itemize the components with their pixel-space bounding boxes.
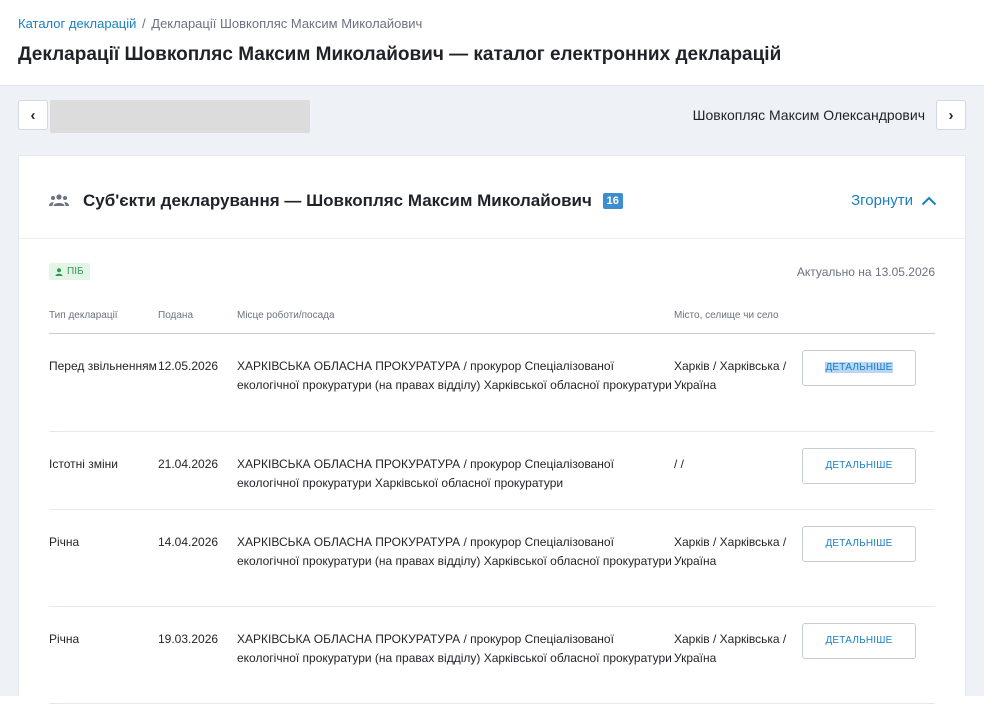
table-row: Істотні зміни 21.04.2026 ХАРКІВСЬКА ОБЛА… <box>49 432 935 510</box>
declaration-type: Перед звільненням <box>49 359 157 373</box>
next-person-name[interactable]: Шовкопляс Максим Олександрович <box>693 107 925 123</box>
table-row: Річна 19.03.2026 ХАРКІВСЬКА ОБЛАСНА ПРОК… <box>49 607 935 704</box>
details-button[interactable]: ДЕТАЛЬНІШЕ <box>802 448 916 484</box>
actual-date: Актуально на 13.05.2026 <box>796 265 935 279</box>
pib-badge-label: ПІБ <box>67 266 84 277</box>
declaration-workplace: ХАРКІВСЬКА ОБЛАСНА ПРОКУРАТУРА / прокуро… <box>237 535 672 568</box>
page-header: Каталог декларацій / Декларації Шовкопля… <box>0 0 984 86</box>
declaration-date: 19.03.2026 <box>158 632 219 646</box>
card-title-text: Суб'єкти декларування — Шовкопляс Максим… <box>83 191 592 210</box>
table-row: Перед звільненням 12.05.2026 ХАРКІВСЬКА … <box>49 334 935 432</box>
details-button-label: ДЕТАЛЬНІШЕ <box>825 460 893 471</box>
declaration-type: Річна <box>49 535 80 549</box>
breadcrumb: Каталог декларацій / Декларації Шовкопля… <box>18 16 966 31</box>
content-area: ‹ Шовкопляс Максим Олександрович › Суб'є… <box>0 86 984 704</box>
previous-person-name-placeholder <box>50 100 310 133</box>
declaration-city: Харків / Харківська / Україна <box>674 535 787 568</box>
meta-row: ПІБ Актуально на 13.05.2026 <box>49 239 935 301</box>
collapse-button[interactable]: Згорнути <box>851 192 937 209</box>
chevron-left-icon: ‹ <box>30 106 36 124</box>
details-button[interactable]: ДЕТАЛЬНІШЕ <box>802 623 916 659</box>
row-actions: ДЕТАЛЬНІШЕ <box>802 510 935 606</box>
page-title: Декларації Шовкопляс Максим Миколайович … <box>18 44 782 65</box>
declaration-city: Харків / Харківська / Україна <box>674 632 787 665</box>
breadcrumb-current: Декларації Шовкопляс Максим Миколайович <box>151 16 423 31</box>
card-body: ПІБ Актуально на 13.05.2026 Тип декларац… <box>19 239 965 704</box>
details-button[interactable]: ДЕТАЛЬНІШЕ <box>802 350 916 386</box>
chevron-up-icon <box>921 196 937 205</box>
declaration-workplace: ХАРКІВСЬКА ОБЛАСНА ПРОКУРАТУРА / прокуро… <box>237 359 672 392</box>
declaration-city: Харків / Харківська / Україна <box>674 359 787 392</box>
collapse-label: Згорнути <box>851 192 913 209</box>
table-row: Річна 14.04.2026 ХАРКІВСЬКА ОБЛАСНА ПРОК… <box>49 510 935 607</box>
declaration-city: / / <box>674 457 685 471</box>
column-header-date: Подана <box>158 309 194 321</box>
previous-person-button[interactable]: ‹ <box>18 100 48 130</box>
details-button-label: ДЕТАЛЬНІШЕ <box>825 362 893 373</box>
breadcrumb-catalog-link[interactable]: Каталог декларацій <box>18 16 136 31</box>
row-actions: ДЕТАЛЬНІШЕ <box>802 334 935 431</box>
declaration-date: 14.04.2026 <box>158 535 219 549</box>
column-header-city: Місто, селище чи село <box>674 309 779 321</box>
people-icon <box>49 194 69 206</box>
declaration-type: Істотні зміни <box>49 457 118 471</box>
declaration-date: 12.05.2026 <box>158 359 219 373</box>
details-button-label: ДЕТАЛЬНІШЕ <box>825 635 893 646</box>
declaration-date: 21.04.2026 <box>158 457 219 471</box>
declaration-type: Річна <box>49 632 80 646</box>
column-header-workplace: Місце роботи/посада <box>237 309 335 321</box>
card-title: Суб'єкти декларування — Шовкопляс Максим… <box>83 191 623 211</box>
person-navigation: ‹ Шовкопляс Максим Олександрович › <box>18 100 966 133</box>
row-actions: ДЕТАЛЬНІШЕ <box>802 432 935 509</box>
person-icon <box>55 267 63 276</box>
column-header-type: Тип декларації <box>49 309 118 321</box>
next-person-button[interactable]: › <box>936 100 966 130</box>
pib-badge: ПІБ <box>49 263 90 280</box>
declaration-workplace: ХАРКІВСЬКА ОБЛАСНА ПРОКУРАТУРА / прокуро… <box>237 632 672 665</box>
table-header: Тип декларації Подана Місце роботи/посад… <box>49 297 935 334</box>
row-actions: ДЕТАЛЬНІШЕ <box>802 607 935 703</box>
declarations-count-badge: 16 <box>602 193 623 209</box>
breadcrumb-separator: / <box>142 16 146 31</box>
declaration-workplace: ХАРКІВСЬКА ОБЛАСНА ПРОКУРАТУРА / прокуро… <box>237 457 614 490</box>
details-button-label: ДЕТАЛЬНІШЕ <box>825 538 893 549</box>
card-header: Суб'єкти декларування — Шовкопляс Максим… <box>19 156 965 239</box>
chevron-right-icon: › <box>948 106 954 124</box>
details-button[interactable]: ДЕТАЛЬНІШЕ <box>802 526 916 562</box>
declarants-card: Суб'єкти декларування — Шовкопляс Максим… <box>18 155 966 704</box>
